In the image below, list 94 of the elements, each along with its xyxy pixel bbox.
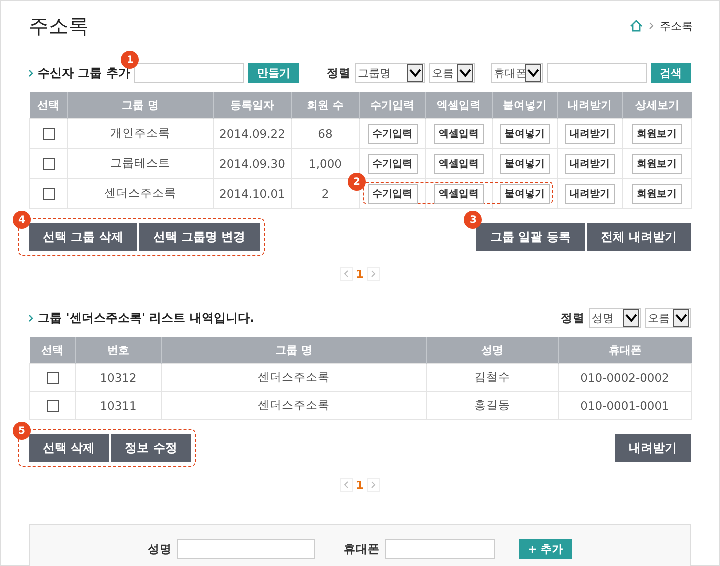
- table-cell: 센더스주소록: [162, 364, 426, 392]
- table-cell: 센더스주소록: [162, 392, 426, 420]
- chevron-right-icon: [370, 481, 376, 489]
- caret-icon: [623, 309, 640, 327]
- row-action-button[interactable]: 회원보기: [632, 124, 682, 144]
- section-heading: 그룹 '센더스주소록' 리스트 내역입니다.: [38, 310, 254, 326]
- group-action-button[interactable]: 그룹 일괄 등록: [476, 223, 585, 251]
- table-cell: 10311: [76, 392, 162, 420]
- name-input[interactable]: [176, 539, 315, 559]
- table-cell: 10312: [76, 364, 162, 392]
- table-cell: 2014.09.30: [214, 148, 292, 178]
- chevron-left-icon: [344, 481, 350, 489]
- chevron-right-icon: [370, 270, 376, 278]
- previous-page-button[interactable]: [340, 478, 354, 492]
- table-cell: 2014.09.22: [214, 118, 292, 148]
- sort-label: 정렬: [561, 310, 585, 326]
- step-marker: 1: [121, 51, 140, 69]
- table-cell: 홍길동: [426, 392, 558, 420]
- column-header: 선택: [30, 337, 76, 364]
- row-action-button[interactable]: 회원보기: [632, 184, 682, 204]
- row-action-button[interactable]: 엑셀입력: [434, 184, 484, 204]
- column-header: 회원 수: [292, 92, 360, 118]
- row-action-button[interactable]: 붙여넣기: [500, 124, 550, 144]
- row-action-button[interactable]: 붙여넣기: [500, 184, 550, 204]
- row-action-button[interactable]: 수기입력: [368, 124, 418, 144]
- bullet-icon: [29, 314, 33, 322]
- field-label: 성명: [148, 542, 172, 556]
- column-header: 휴대폰: [558, 337, 692, 364]
- column-header: 엑셀입력: [426, 92, 492, 118]
- table-cell: 010-0001-0001: [558, 392, 692, 420]
- column-header: 상세보기: [622, 92, 692, 118]
- field-label: 휴대폰: [344, 542, 380, 556]
- step-marker: 4: [13, 211, 31, 229]
- caret-icon: [457, 64, 474, 82]
- row-action-button[interactable]: 회원보기: [632, 154, 682, 174]
- group-action-button[interactable]: 선택 그룹명 변경: [139, 223, 260, 251]
- column-header: 그룹 명: [162, 337, 426, 364]
- row-checkbox[interactable]: [46, 372, 58, 384]
- step-marker: 5: [13, 422, 31, 440]
- table-cell: 센더스주소록: [68, 178, 214, 208]
- search-input[interactable]: [547, 63, 647, 83]
- column-header: 선택: [30, 92, 68, 118]
- column-header: 등록일자: [214, 92, 292, 118]
- step-marker: 2: [348, 173, 366, 191]
- row-checkbox[interactable]: [42, 128, 54, 140]
- table-cell: 개인주소록: [68, 118, 214, 148]
- previous-page-button[interactable]: [340, 267, 354, 281]
- member-action-button[interactable]: 선택 삭제: [29, 434, 110, 462]
- table-cell: 그룹테스트: [68, 148, 214, 178]
- table-cell: 68: [292, 118, 360, 148]
- column-header: 내려받기: [558, 92, 622, 118]
- column-header: 성명: [426, 337, 558, 364]
- step-marker: 3: [464, 211, 482, 229]
- row-action-button[interactable]: 수기입력: [368, 154, 418, 174]
- search-field-dropdown[interactable]: 휴대폰: [491, 63, 543, 83]
- phone-input[interactable]: [384, 539, 495, 559]
- caret-icon: [407, 64, 424, 82]
- row-checkbox[interactable]: [46, 400, 58, 412]
- row-action-button[interactable]: 내려받기: [565, 154, 615, 174]
- sort-order-dropdown[interactable]: 오름: [645, 308, 691, 328]
- breadcrumb-current[interactable]: 주소록: [660, 18, 693, 34]
- sort-field-dropdown[interactable]: 그룹명: [355, 63, 425, 83]
- chevron-left-icon: [344, 270, 350, 278]
- table-cell: 김철수: [426, 364, 558, 392]
- row-action-button[interactable]: 엑셀입력: [434, 124, 484, 144]
- row-action-button[interactable]: 수기입력: [368, 184, 418, 204]
- next-page-button[interactable]: [366, 478, 380, 492]
- sort-label: 정렬: [327, 66, 351, 80]
- group-action-button[interactable]: 선택 그룹 삭제: [29, 223, 138, 251]
- sort-field-dropdown[interactable]: 성명: [589, 308, 641, 328]
- row-checkbox[interactable]: [42, 188, 54, 200]
- home-icon[interactable]: [630, 20, 643, 32]
- column-header: 번호: [76, 337, 162, 364]
- table-cell: 010-0002-0002: [558, 364, 692, 392]
- caret-icon: [673, 309, 690, 327]
- row-action-button[interactable]: 내려받기: [565, 124, 615, 144]
- row-action-button[interactable]: 내려받기: [565, 184, 615, 204]
- member-action-button[interactable]: 정보 수정: [111, 434, 192, 462]
- row-action-button[interactable]: 붙여넣기: [500, 154, 550, 174]
- group-name-input[interactable]: [134, 63, 244, 83]
- column-header: 그룹 명: [68, 92, 214, 118]
- next-page-button[interactable]: [366, 267, 380, 281]
- bullet-icon: [29, 70, 33, 76]
- chevron-right-icon: [649, 22, 654, 30]
- sort-order-dropdown[interactable]: 오름: [429, 63, 475, 83]
- table-cell: 2014.10.01: [214, 178, 292, 208]
- page-title: 주소록: [29, 12, 89, 40]
- caret-icon: [525, 64, 542, 82]
- group-action-button[interactable]: 전체 내려받기: [586, 223, 691, 251]
- row-action-button[interactable]: 엑셀입력: [434, 154, 484, 174]
- column-header: 수기입력: [360, 92, 426, 118]
- download-button[interactable]: 내려받기: [615, 434, 691, 462]
- column-header: 붙여넣기: [492, 92, 558, 118]
- row-checkbox[interactable]: [42, 158, 54, 170]
